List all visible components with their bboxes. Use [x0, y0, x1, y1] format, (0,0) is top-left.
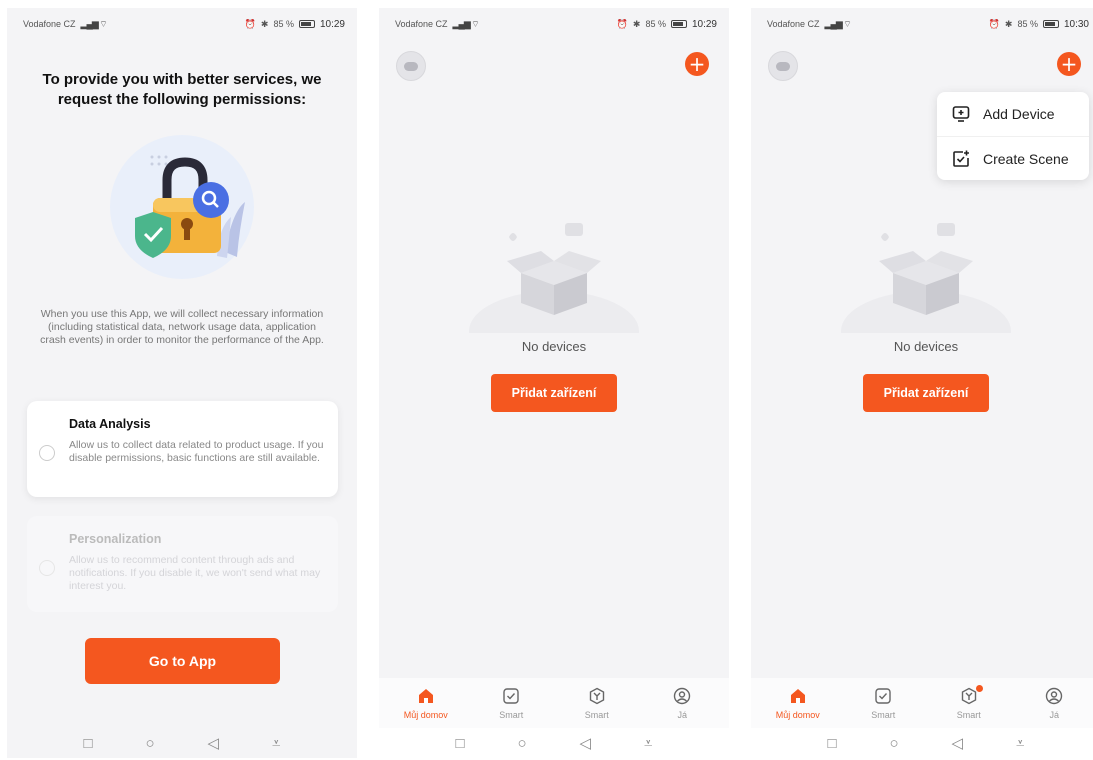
alarm-icon: ⏰ — [988, 18, 1000, 29]
empty-state-text: No devices — [893, 339, 959, 354]
home-circle-icon[interactable]: ○ — [517, 735, 526, 752]
tab-label: Smart — [871, 710, 896, 720]
home-screen-menu-open: Vodafone CZ ▂▄▆ ⌔ ⏰ ✱ 85 % 10:30 + Add D… — [751, 8, 1093, 758]
tab-home[interactable]: Můj domov — [391, 686, 461, 720]
tab-label: Můj domov — [403, 710, 448, 720]
checkbox-icon — [873, 686, 893, 706]
battery-icon — [298, 20, 315, 28]
option-title: Data Analysis — [69, 417, 151, 431]
home-circle-icon[interactable]: ○ — [145, 735, 154, 752]
back-icon[interactable]: ◁ — [952, 734, 964, 752]
clock: 10:29 — [691, 18, 717, 30]
clock: 10:30 — [1063, 18, 1089, 30]
battery-icon — [1042, 20, 1059, 28]
battery-percent: 85 % — [645, 19, 666, 29]
home-icon — [788, 686, 808, 706]
notification-pull-icon[interactable]: ⩡ — [1016, 735, 1024, 752]
signal-icon: ▂▄▆ ⌔ — [452, 18, 480, 29]
tab-smart[interactable]: Smart — [848, 686, 918, 720]
carrier-label: Vodafone CZ — [767, 19, 820, 29]
permissions-screen: Vodafone CZ ▂▄▆ ⌔ ⏰ ✱ 85 % 10:29 To prov… — [7, 8, 357, 758]
status-bar: Vodafone CZ ▂▄▆ ⌔ ⏰ ✱ 85 % 10:29 — [7, 8, 357, 40]
permissions-description: When you use this App, we will collect n… — [40, 308, 324, 346]
home-circle-icon[interactable]: ○ — [889, 735, 898, 752]
add-plus-button[interactable]: + — [1057, 52, 1081, 76]
page-title: To provide you with better services, we … — [42, 71, 322, 108]
alarm-icon: ⏰ — [244, 18, 256, 29]
bluetooth-icon: ✱ — [1004, 18, 1013, 29]
menu-item-label: Add Device — [983, 106, 1055, 122]
add-device-button[interactable]: Přidat zařízení — [491, 374, 617, 412]
go-to-app-button[interactable]: Go to App — [85, 638, 280, 684]
home-screen: Vodafone CZ ▂▄▆ ⌔ ⏰ ✱ 85 % 10:29 + No de… — [379, 8, 729, 758]
option-text: Allow us to collect data related to prod… — [69, 439, 324, 464]
tab-profile[interactable]: Já — [1019, 686, 1089, 720]
checkbox-icon — [501, 686, 521, 706]
system-nav-bar: □ ○ ◁ ⩡ — [751, 728, 1093, 758]
recent-apps-icon[interactable]: □ — [455, 735, 464, 752]
profile-icon — [1044, 686, 1064, 706]
bottom-tab-bar: Můj domov Smart Smart Já — [379, 678, 729, 728]
personalization-option[interactable]: Personalization Allow us to recommend co… — [27, 516, 338, 612]
recent-apps-icon[interactable]: □ — [83, 735, 92, 752]
add-plus-button[interactable]: + — [685, 52, 709, 76]
tab-label: Můj domov — [775, 710, 820, 720]
tab-profile[interactable]: Já — [647, 686, 717, 720]
bluetooth-icon: ✱ — [632, 18, 641, 29]
tab-smart-scene[interactable]: Smart — [562, 686, 632, 720]
tab-label: Já — [1049, 710, 1059, 720]
menu-item-create-scene[interactable]: Create Scene — [937, 136, 1089, 180]
battery-icon — [670, 20, 687, 28]
bluetooth-icon: ✱ — [260, 18, 269, 29]
notification-pull-icon[interactable]: ⩡ — [644, 735, 652, 752]
profile-icon — [672, 686, 692, 706]
empty-box-icon — [841, 223, 1011, 333]
system-nav-bar: □ ○ ◁ ⩡ — [379, 728, 729, 758]
tab-smart-scene[interactable]: Smart — [934, 685, 1004, 720]
menu-item-add-device[interactable]: Add Device — [937, 92, 1089, 136]
add-device-icon — [952, 106, 970, 122]
signal-icon: ▂▄▆ ⌔ — [80, 18, 108, 29]
data-analysis-option[interactable]: Data Analysis Allow us to collect data r… — [27, 401, 338, 497]
carrier-label: Vodafone CZ — [23, 19, 76, 29]
back-icon[interactable]: ◁ — [208, 734, 220, 752]
battery-percent: 85 % — [1017, 19, 1038, 29]
avatar[interactable] — [396, 51, 426, 81]
option-title: Personalization — [69, 532, 162, 546]
lock-illustration-icon — [110, 135, 254, 279]
scene-icon — [587, 686, 607, 706]
clock: 10:29 — [319, 18, 345, 30]
system-nav-bar: □ ○ ◁ ⩡ — [7, 728, 357, 758]
back-icon[interactable]: ◁ — [580, 734, 592, 752]
create-scene-icon — [953, 150, 969, 167]
bottom-tab-bar: Můj domov Smart Smart Já — [751, 678, 1093, 728]
tab-label: Smart — [499, 710, 524, 720]
alarm-icon: ⏰ — [616, 18, 628, 29]
empty-box-icon — [469, 223, 639, 333]
personalization-radio[interactable] — [39, 560, 55, 576]
home-icon — [416, 686, 436, 706]
status-bar: Vodafone CZ ▂▄▆ ⌔ ⏰ ✱ 85 % 10:29 — [379, 8, 729, 40]
add-device-button[interactable]: Přidat zařízení — [863, 374, 989, 412]
battery-percent: 85 % — [273, 19, 294, 29]
tab-smart[interactable]: Smart — [476, 686, 546, 720]
signal-icon: ▂▄▆ ⌔ — [824, 18, 852, 29]
notification-pull-icon[interactable]: ⩡ — [272, 735, 280, 752]
notification-dot — [975, 685, 983, 692]
tab-label: Smart — [956, 710, 981, 720]
tab-label: Já — [677, 710, 687, 720]
tab-label: Smart — [584, 710, 609, 720]
tab-home[interactable]: Můj domov — [763, 686, 833, 720]
option-text: Allow us to recommend content through ad… — [69, 554, 321, 592]
data-analysis-radio[interactable] — [39, 445, 55, 461]
status-bar: Vodafone CZ ▂▄▆ ⌔ ⏰ ✱ 85 % 10:30 — [751, 8, 1093, 40]
carrier-label: Vodafone CZ — [395, 19, 448, 29]
add-dropdown-menu: Add Device Create Scene — [937, 92, 1089, 180]
avatar[interactable] — [768, 51, 798, 81]
menu-item-label: Create Scene — [983, 150, 1069, 167]
recent-apps-icon[interactable]: □ — [827, 735, 836, 752]
empty-state-text: No devices — [521, 339, 587, 354]
